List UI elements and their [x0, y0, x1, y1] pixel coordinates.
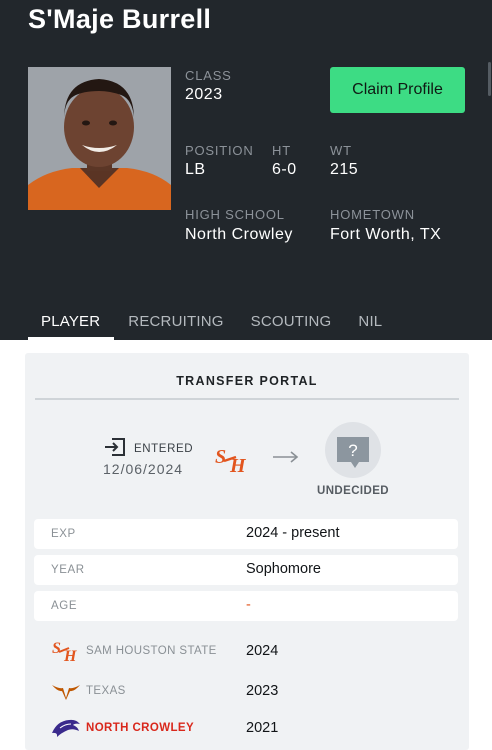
claim-profile-button[interactable]: Claim Profile — [330, 67, 465, 113]
svg-text:S: S — [52, 640, 61, 657]
high-school-label: HIGH SCHOOL — [185, 207, 285, 222]
history-school-name: NORTH CROWLEY — [86, 722, 195, 734]
tab-recruiting[interactable]: RECRUITING — [128, 301, 223, 340]
history-row[interactable]: TEXAS 2023 — [25, 676, 469, 706]
height-label: HT — [272, 143, 291, 158]
detail-key: AGE — [51, 600, 78, 612]
detail-value: - — [246, 597, 251, 613]
tab-player[interactable]: PLAYER — [28, 301, 115, 340]
detail-row-age: AGE - — [34, 591, 458, 621]
profile-tabs: PLAYER RECRUITING SCOUTING NIL — [28, 301, 409, 340]
detail-row-exp: EXP 2024 - present — [34, 519, 458, 549]
divider — [35, 398, 459, 400]
arrow-right-icon — [273, 451, 299, 463]
shsu-logo-icon[interactable]: S H — [214, 444, 250, 474]
history-row[interactable]: S H SAM HOUSTON STATE 2024 — [25, 636, 469, 666]
hometown-label: HOMETOWN — [330, 207, 415, 222]
class-value: 2023 — [185, 86, 223, 103]
weight-value: 215 — [330, 161, 359, 178]
longhorn-logo-icon — [52, 685, 80, 700]
detail-row-year: YEAR Sophomore — [34, 555, 458, 585]
weight-label: WT — [330, 143, 352, 158]
player-name: S'Maje Burrell — [28, 4, 212, 34]
entered-date: 12/06/2024 — [103, 461, 184, 477]
position-value: LB — [185, 161, 206, 178]
hometown-value: Fort Worth, TX — [330, 226, 442, 243]
entered-label: ENTERED — [134, 443, 194, 455]
profile-header: S'Maje Burrell CLASS 2023 Claim Profile … — [0, 0, 492, 340]
history-school-name: SAM HOUSTON STATE — [86, 645, 217, 657]
tab-scouting[interactable]: SCOUTING — [251, 301, 332, 340]
panther-logo-icon — [52, 719, 80, 737]
height-value: 6-0 — [272, 161, 297, 178]
undecided-school-icon: ? — [325, 422, 381, 478]
detail-key: YEAR — [51, 564, 85, 576]
history-year: 2023 — [246, 683, 279, 699]
transfer-portal-title: TRANSFER PORTAL — [176, 374, 318, 388]
high-school-value: North Crowley — [185, 226, 293, 243]
svg-text:S: S — [215, 446, 226, 468]
scrollbar[interactable] — [488, 62, 491, 96]
detail-value: 2024 - present — [246, 525, 340, 541]
history-row[interactable]: NORTH CROWLEY 2021 — [25, 713, 469, 743]
enter-icon — [105, 438, 125, 456]
history-year: 2021 — [246, 720, 279, 736]
detail-value: Sophomore — [246, 561, 321, 577]
svg-text:?: ? — [348, 441, 357, 460]
undecided-label: UNDECIDED — [317, 485, 389, 497]
detail-key: EXP — [51, 528, 76, 540]
position-label: POSITION — [185, 143, 254, 158]
history-school-name: TEXAS — [86, 685, 126, 697]
transfer-portal-panel: TRANSFER PORTAL ENTERED 12/06/2024 S H ?… — [25, 353, 469, 750]
history-year: 2024 — [246, 643, 279, 659]
shsu-logo-icon: S H — [52, 640, 77, 662]
class-label: CLASS — [185, 68, 232, 83]
player-photo — [28, 67, 171, 210]
tab-nil[interactable]: NIL — [358, 301, 382, 340]
